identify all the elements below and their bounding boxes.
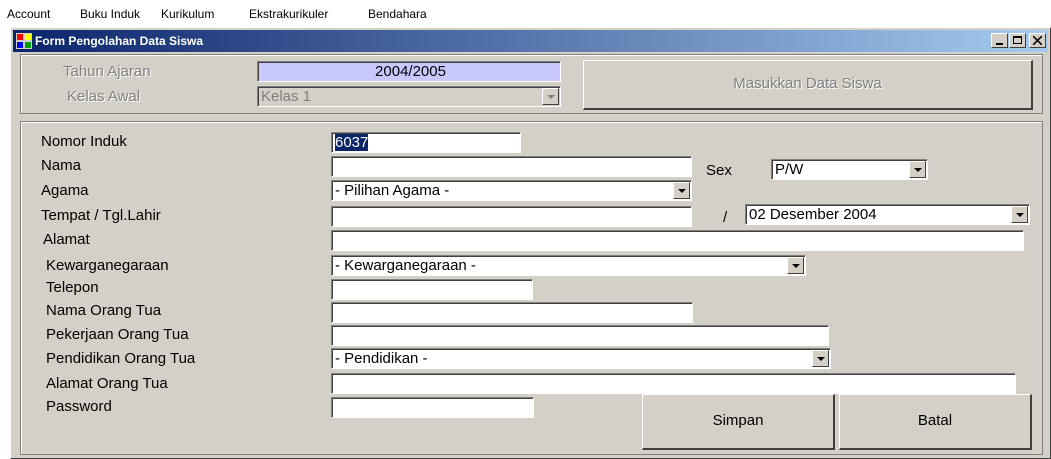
- chevron-down-icon[interactable]: [542, 88, 559, 105]
- chevron-down-icon[interactable]: [909, 161, 926, 178]
- telepon-field[interactable]: [331, 279, 533, 300]
- agama-value: - Pilihan Agama -: [335, 182, 450, 199]
- kelas-awal-value: Kelas 1: [261, 88, 312, 105]
- kelas-awal-label: Kelas Awal: [67, 88, 141, 105]
- tgl-lahir-picker[interactable]: 02 Desember 2004: [745, 204, 1030, 225]
- nomor-induk-label: Nomor Induk: [41, 133, 127, 150]
- maximize-button[interactable]: [1009, 33, 1026, 48]
- chevron-down-icon[interactable]: [673, 182, 690, 199]
- sex-label: Sex: [706, 162, 732, 179]
- agama-select[interactable]: - Pilihan Agama -: [331, 180, 692, 201]
- menu-kurikulum[interactable]: Kurikulum: [161, 7, 214, 21]
- alamat-orang-tua-field[interactable]: [331, 373, 1016, 394]
- minimize-icon: [996, 43, 1003, 45]
- telepon-label: Telepon: [46, 279, 99, 296]
- tgl-lahir-value: 02 Desember 2004: [749, 206, 877, 223]
- tahun-ajaran-label: Tahun Ajaran: [63, 63, 151, 80]
- alamat-orang-tua-label: Alamat Orang Tua: [46, 375, 168, 392]
- alamat-label: Alamat: [43, 231, 90, 248]
- kewarganegaraan-value: - Kewarganegaraan -: [335, 257, 476, 274]
- simpan-button[interactable]: Simpan: [642, 394, 835, 450]
- pekerjaan-orang-tua-label: Pekerjaan Orang Tua: [46, 326, 189, 343]
- form-window: Form Pengolahan Data Siswa Tahun Ajaran …: [10, 27, 1051, 459]
- chevron-down-icon[interactable]: [787, 257, 804, 274]
- sex-select[interactable]: P/W: [771, 159, 928, 180]
- menu-ekstrakurikuler[interactable]: Ekstrakurikuler: [249, 7, 328, 21]
- menu-account[interactable]: Account: [7, 7, 50, 21]
- pekerjaan-orang-tua-field[interactable]: [331, 325, 829, 346]
- password-field[interactable]: [331, 397, 534, 418]
- nama-orang-tua-label: Nama Orang Tua: [46, 302, 162, 319]
- pendidikan-orang-tua-label: Pendidikan Orang Tua: [46, 350, 196, 367]
- batal-button[interactable]: Batal: [839, 394, 1032, 450]
- password-label: Password: [46, 398, 112, 415]
- maximize-icon: [1013, 36, 1022, 44]
- menu-bendahara[interactable]: Bendahara: [368, 7, 427, 21]
- tempat-tgl-lahir-label: Tempat / Tgl.Lahir: [41, 207, 161, 224]
- tahun-ajaran-field[interactable]: 2004/2005: [257, 61, 561, 82]
- pendidikan-orang-tua-select[interactable]: - Pendidikan -: [331, 348, 831, 369]
- nomor-induk-field[interactable]: 6037: [331, 132, 521, 153]
- masukkan-data-siswa-button[interactable]: Masukkan Data Siswa: [583, 60, 1033, 110]
- kewarganegaraan-label: Kewarganegaraan: [46, 257, 169, 274]
- kewarganegaraan-select[interactable]: - Kewarganegaraan -: [331, 255, 806, 276]
- date-separator: /: [723, 209, 728, 226]
- kelas-awal-select[interactable]: Kelas 1: [257, 86, 561, 107]
- chevron-down-icon[interactable]: [1011, 206, 1028, 223]
- form-icon: [16, 33, 32, 49]
- close-button[interactable]: [1029, 33, 1046, 48]
- tempat-lahir-field[interactable]: [331, 206, 692, 227]
- chevron-down-icon[interactable]: [812, 350, 829, 367]
- close-icon: [1033, 36, 1042, 45]
- alamat-field[interactable]: [331, 230, 1024, 251]
- title-bar[interactable]: Form Pengolahan Data Siswa: [13, 30, 1048, 52]
- nomor-induk-value: 6037: [335, 134, 369, 151]
- agama-label: Agama: [41, 182, 89, 199]
- nama-field[interactable]: [331, 156, 692, 177]
- nama-label: Nama: [41, 157, 82, 174]
- minimize-button[interactable]: [991, 33, 1008, 48]
- pendidikan-orang-tua-value: - Pendidikan -: [335, 350, 428, 367]
- sex-value: P/W: [775, 161, 804, 178]
- menu-buku-induk[interactable]: Buku Induk: [80, 7, 140, 21]
- nama-orang-tua-field[interactable]: [331, 302, 693, 323]
- menu-bar: Account Buku Induk Kurikulum Ekstrakurik…: [0, 0, 1051, 22]
- window-title: Form Pengolahan Data Siswa: [35, 34, 204, 48]
